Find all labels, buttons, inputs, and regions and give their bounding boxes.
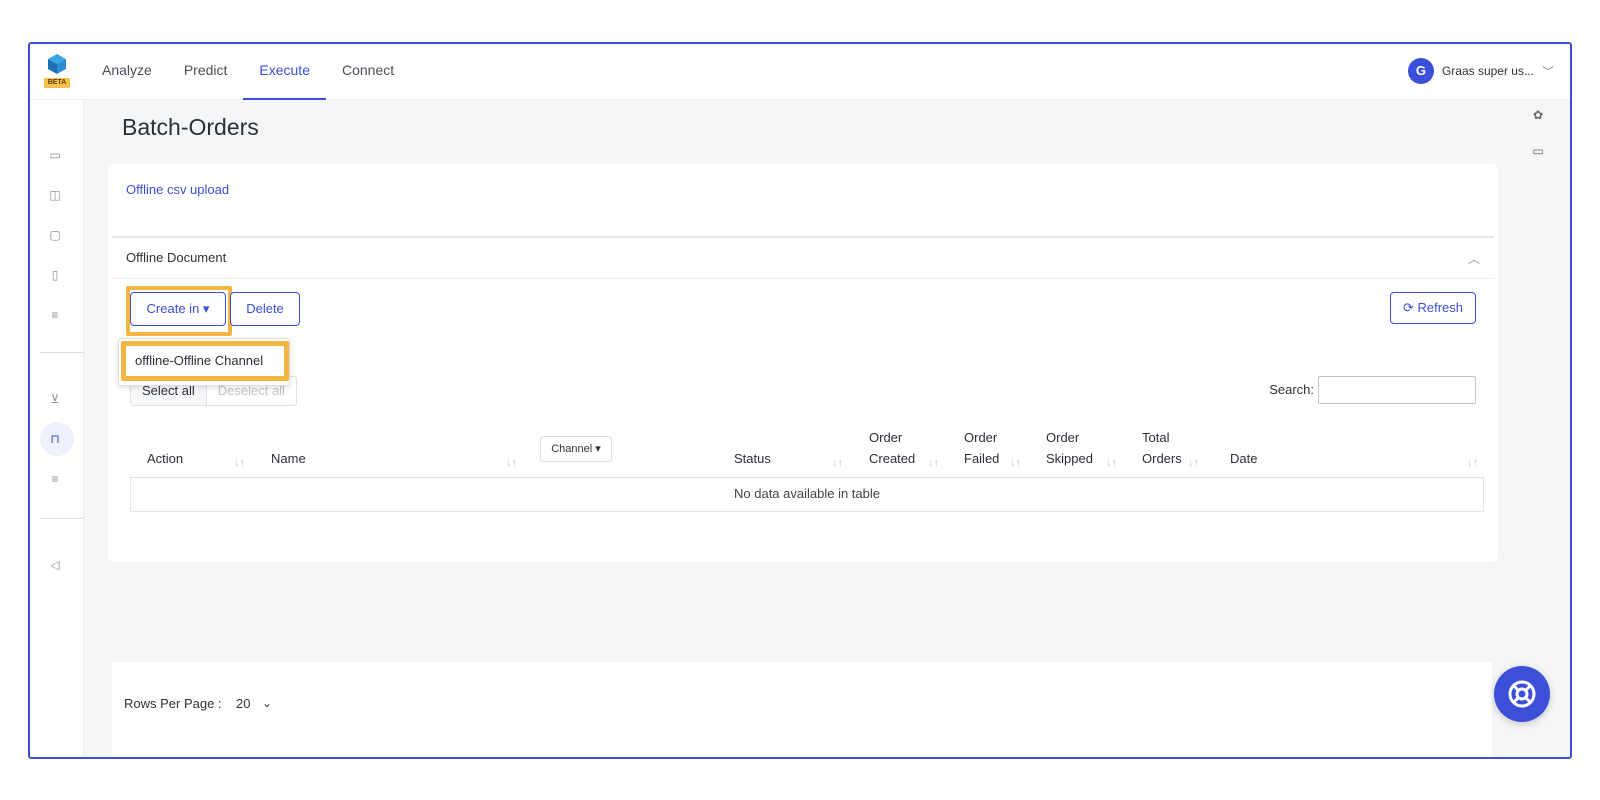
support-icon[interactable]: ✿ bbox=[1530, 108, 1546, 122]
file-plus-icon[interactable]: ▯ bbox=[48, 268, 62, 282]
archive-icon[interactable]: ▭ bbox=[48, 148, 62, 162]
batch-orders-card: Offline csv upload Offline Document ︿ Cr… bbox=[108, 164, 1498, 562]
sort-icon[interactable]: ↓↑ bbox=[832, 457, 843, 469]
column-order-created[interactable]: Order Created bbox=[869, 427, 927, 469]
sort-icon[interactable]: ↓↑ bbox=[928, 457, 939, 469]
chevron-up-icon[interactable]: ︿ bbox=[1468, 250, 1480, 267]
sort-icon[interactable]: ↓↑ bbox=[234, 457, 245, 469]
create-in-button[interactable]: Create in ▾ bbox=[130, 292, 226, 326]
column-date[interactable]: Date bbox=[1230, 448, 1257, 469]
sort-icon[interactable]: ↓↑ bbox=[1106, 457, 1117, 469]
column-order-skipped[interactable]: Order Skipped bbox=[1046, 427, 1104, 469]
tab-predict[interactable]: Predict bbox=[168, 44, 244, 100]
avatar: G bbox=[1407, 58, 1434, 84]
tab-analyze[interactable]: Analyze bbox=[86, 44, 168, 100]
create-in-dropdown: offline-Offline Channel bbox=[118, 338, 290, 386]
channel-filter-button[interactable]: Channel ▾ bbox=[540, 436, 612, 462]
column-action[interactable]: Action bbox=[147, 448, 183, 469]
tab-connect[interactable]: Connect bbox=[326, 44, 410, 100]
refresh-icon: ⟳ bbox=[1402, 300, 1414, 315]
rows-per-page-label: Rows Per Page : bbox=[124, 696, 222, 711]
pagination-footer: Rows Per Page : 20 ⌄ bbox=[112, 662, 1492, 757]
search-label: Search: bbox=[1269, 382, 1314, 397]
megaphone-icon[interactable]: ◁ bbox=[48, 558, 62, 572]
book-icon[interactable]: ▭ bbox=[1530, 144, 1546, 158]
column-name[interactable]: Name bbox=[271, 448, 306, 469]
sidebar-divider bbox=[40, 352, 84, 353]
empty-table-message: No data available in table bbox=[734, 486, 880, 501]
tab-execute[interactable]: Execute bbox=[243, 44, 326, 100]
list-icon[interactable]: ≡ bbox=[48, 472, 62, 486]
section-divider bbox=[112, 236, 1494, 238]
page-title: Batch-Orders bbox=[122, 114, 259, 140]
logo-cube-icon bbox=[48, 54, 66, 74]
rows-per-page-select[interactable]: 20 bbox=[236, 696, 250, 711]
refresh-button[interactable]: ⟳ Refresh bbox=[1390, 292, 1476, 324]
chevron-down-icon: ﹀ bbox=[1541, 64, 1554, 79]
calendar-check-icon[interactable]: ▢ bbox=[48, 228, 62, 242]
dropdown-item-offline-channel[interactable]: offline-Offline Channel bbox=[135, 353, 263, 368]
section-divider bbox=[112, 278, 1494, 279]
app-logo[interactable]: BETA bbox=[44, 54, 70, 90]
sort-icon[interactable]: ↓↑ bbox=[1010, 457, 1021, 469]
sort-icon[interactable]: ↓↑ bbox=[1188, 457, 1199, 469]
help-button[interactable] bbox=[1494, 666, 1550, 722]
top-navbar: BETA Analyze Predict Execute Connect G G… bbox=[30, 44, 1570, 100]
sidebar-divider bbox=[40, 518, 84, 519]
document-icon[interactable]: ≡ bbox=[48, 308, 62, 322]
column-total-orders[interactable]: Total Orders bbox=[1142, 427, 1190, 469]
cart-icon[interactable]: ⊻ bbox=[48, 392, 62, 406]
main-tabs: Analyze Predict Execute Connect bbox=[86, 44, 410, 100]
lifebuoy-icon bbox=[1508, 680, 1536, 708]
delete-button[interactable]: Delete bbox=[230, 292, 300, 326]
table-row: No data available in table bbox=[130, 478, 1484, 512]
refresh-label: Refresh bbox=[1417, 300, 1464, 315]
column-status[interactable]: Status bbox=[734, 448, 771, 469]
sidebar: ▭ ◫ ▢ ▯ ≡ ⊻ ⊓ ≡ ◁ bbox=[30, 100, 84, 757]
table-header: Action ↓↑ Name ↓↑ Channel ▾ Status ↓↑ Or… bbox=[130, 422, 1484, 478]
column-order-failed[interactable]: Order Failed bbox=[964, 427, 1014, 469]
search-input[interactable] bbox=[1318, 376, 1476, 404]
sort-icon[interactable]: ↓↑ bbox=[1467, 457, 1478, 469]
sort-icon[interactable]: ↓↑ bbox=[506, 457, 517, 469]
chevron-down-icon[interactable]: ⌄ bbox=[262, 696, 272, 710]
user-name: Graas super us... bbox=[1441, 64, 1534, 78]
beta-badge: BETA bbox=[44, 78, 70, 88]
offline-csv-upload-link[interactable]: Offline csv upload bbox=[126, 182, 229, 197]
map-icon[interactable]: ◫ bbox=[48, 188, 62, 202]
app-window: BETA Analyze Predict Execute Connect G G… bbox=[28, 42, 1572, 759]
shopping-bag-icon[interactable]: ⊓ bbox=[48, 432, 62, 446]
user-menu[interactable]: G Graas super us... ﹀ bbox=[1407, 58, 1554, 84]
section-title: Offline Document bbox=[126, 250, 227, 265]
